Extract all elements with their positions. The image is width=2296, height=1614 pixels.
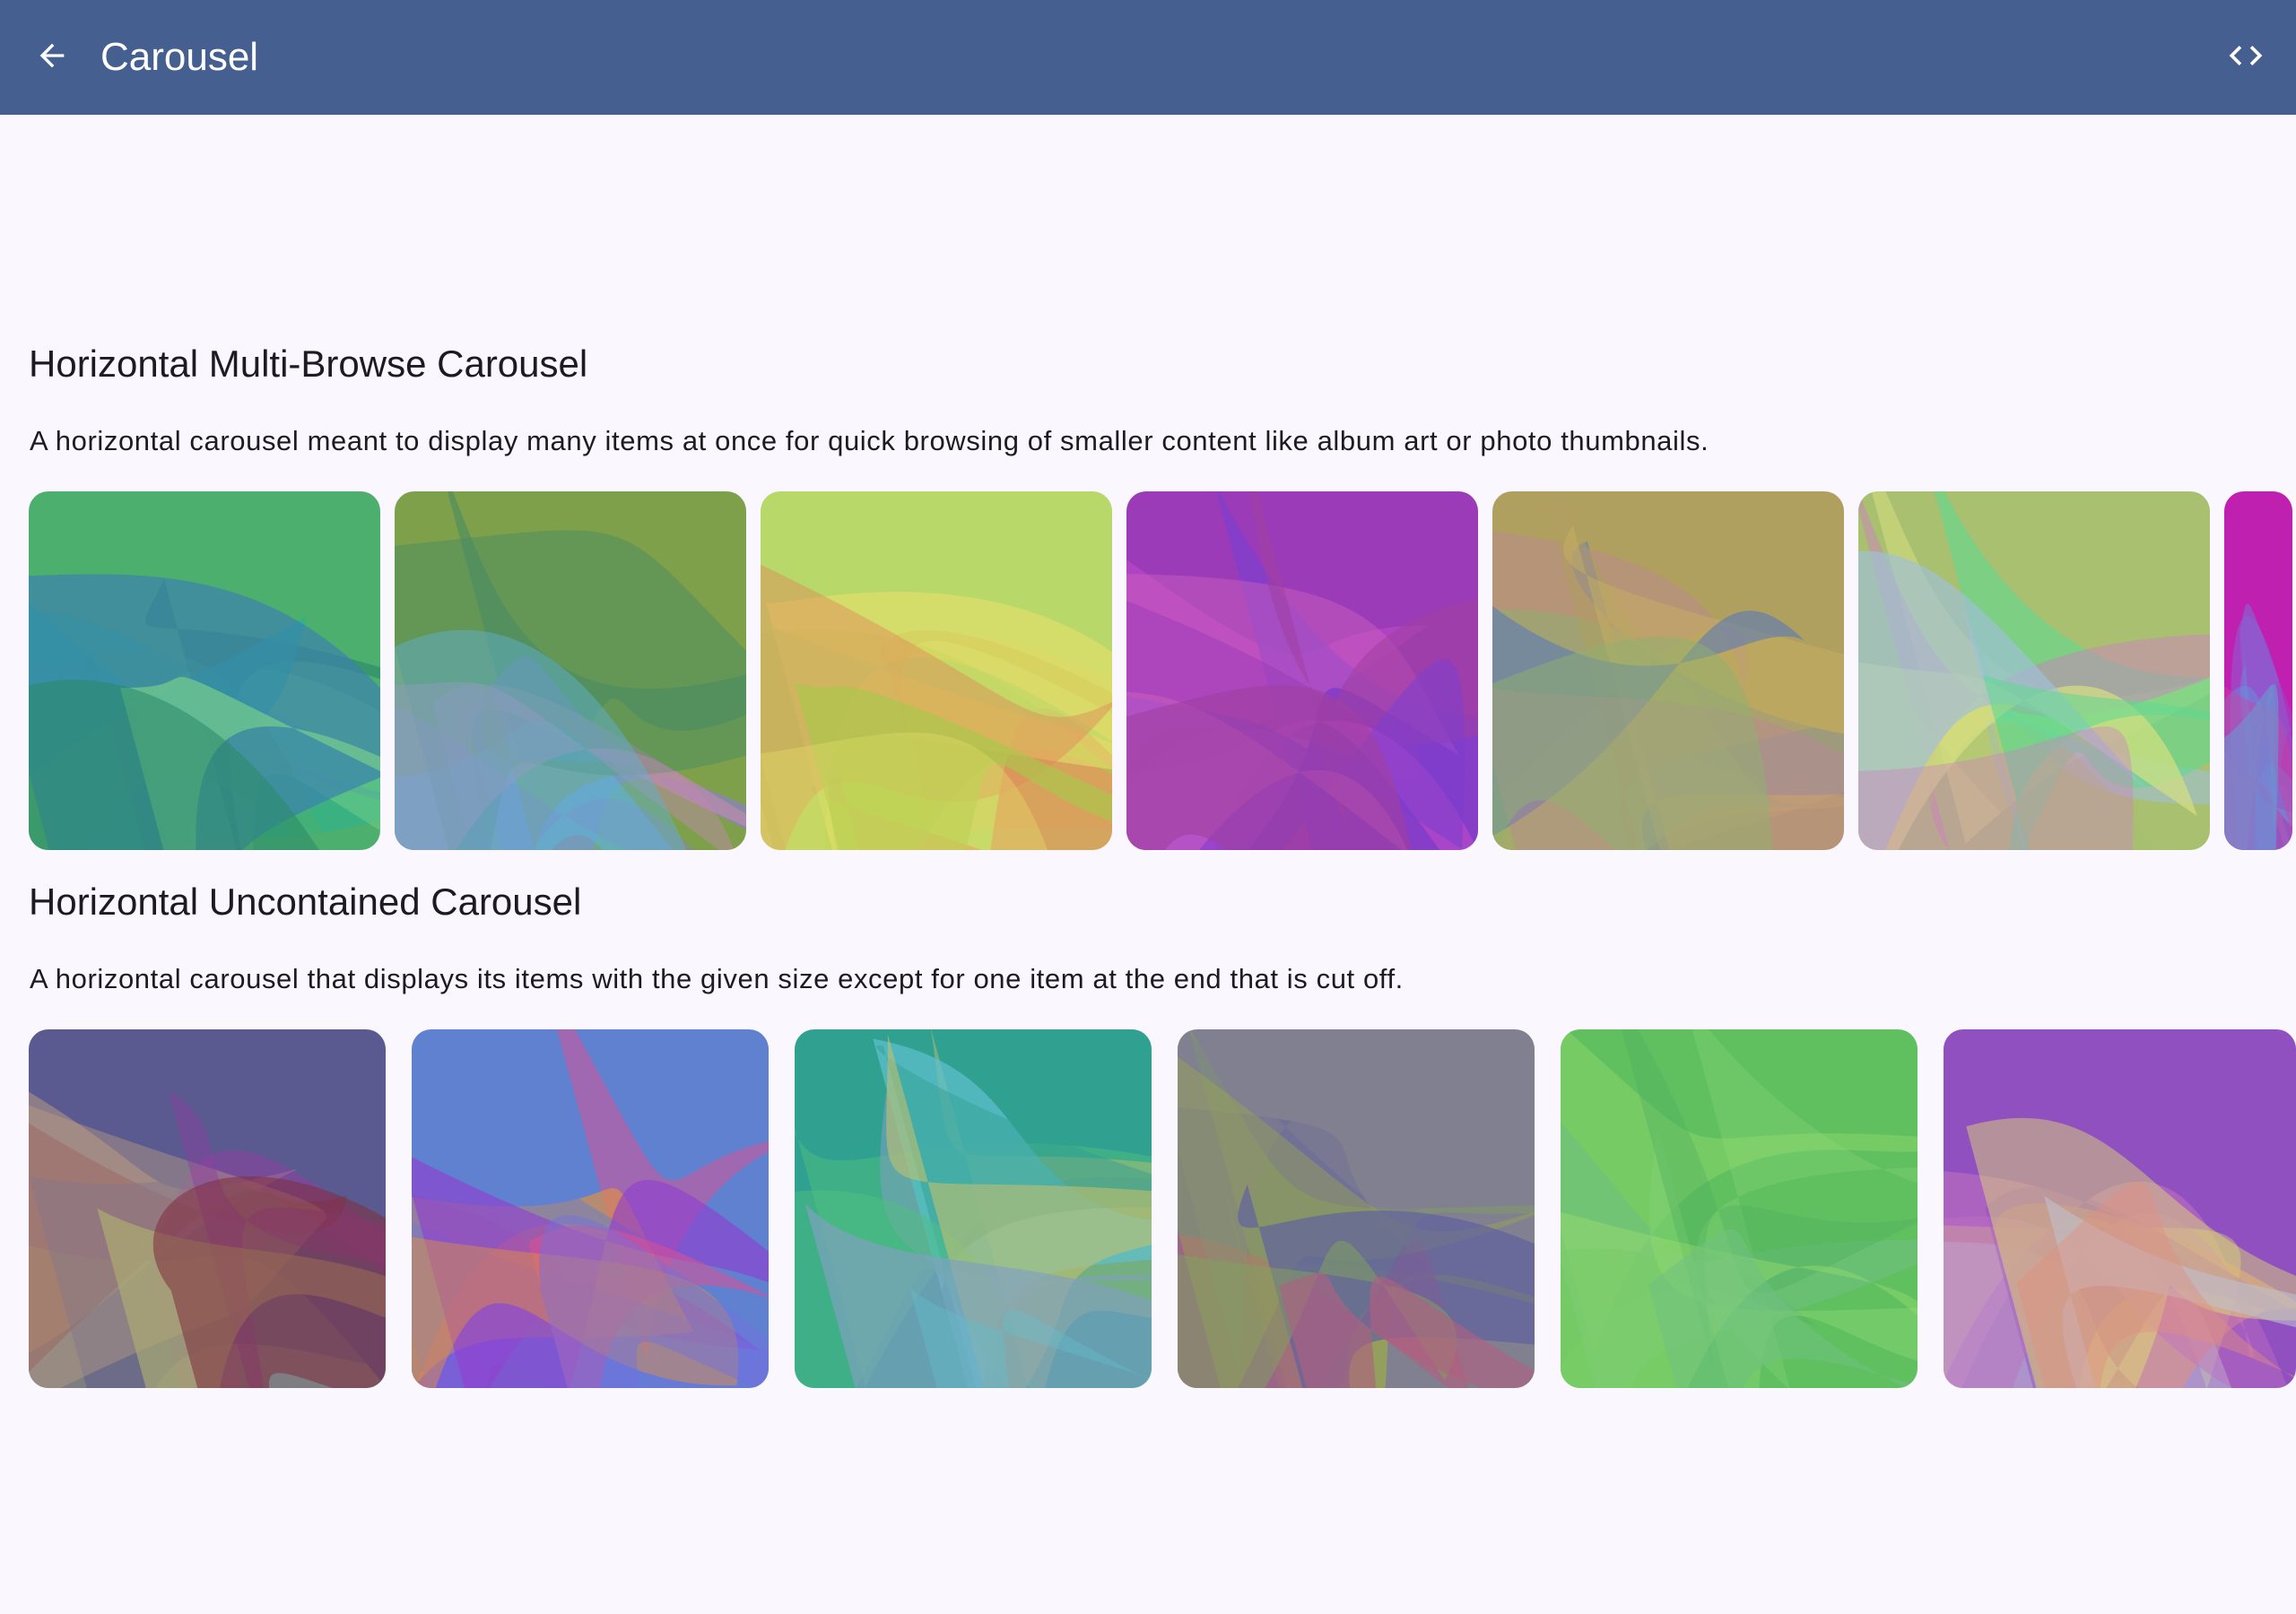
multi-browse-description: A horizontal carousel meant to display m… (30, 425, 1709, 456)
uncontained-item[interactable] (1561, 1029, 1918, 1388)
top-app-bar: Carousel (0, 0, 2296, 115)
multi-browse-item[interactable] (761, 491, 1112, 850)
page-title: Carousel (100, 35, 259, 79)
uncontained-item[interactable] (795, 1029, 1152, 1388)
multi-browse-item[interactable] (1126, 491, 1478, 850)
back-button[interactable] (23, 27, 81, 84)
multi-browse-item[interactable] (395, 491, 746, 850)
multi-browse-item[interactable] (1858, 491, 2210, 850)
uncontained-carousel[interactable] (0, 1029, 2296, 1390)
multi-browse-item[interactable] (1492, 491, 1844, 850)
uncontained-description: A horizontal carousel that displays its … (30, 963, 1404, 994)
uncontained-title: Horizontal Uncontained Carousel (29, 881, 582, 923)
multi-browse-item[interactable] (2224, 491, 2292, 850)
uncontained-item[interactable] (29, 1029, 386, 1388)
uncontained-item[interactable] (1178, 1029, 1535, 1388)
multi-browse-carousel[interactable] (0, 491, 2296, 852)
arrow-back-icon (39, 43, 65, 68)
uncontained-item[interactable] (1944, 1029, 2296, 1388)
view-code-button[interactable] (2217, 27, 2274, 84)
uncontained-item[interactable] (412, 1029, 769, 1388)
code-icon (2229, 46, 2263, 65)
multi-browse-title: Horizontal Multi-Browse Carousel (29, 343, 588, 385)
multi-browse-item[interactable] (29, 491, 380, 850)
